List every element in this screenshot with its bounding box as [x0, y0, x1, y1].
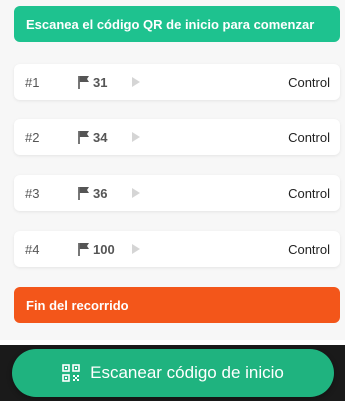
- flag-icon: [78, 243, 89, 256]
- scan-start-code-button[interactable]: Escanear código de inicio: [12, 349, 334, 397]
- scan-button-label: Escanear código de inicio: [90, 363, 284, 382]
- checkpoint-index: #3: [25, 185, 40, 201]
- end-of-route-button[interactable]: Fin del recorrido: [14, 287, 340, 323]
- checkpoint-screen: Escanea el código QR de inicio para come…: [0, 0, 345, 340]
- checkpoint-value: 31: [93, 74, 108, 90]
- control-label[interactable]: Control: [288, 75, 330, 90]
- checkpoint-row[interactable]: #2 34 Control: [14, 119, 340, 155]
- play-icon[interactable]: [132, 244, 140, 254]
- scan-instruction-banner: Escanea el código QR de inicio para come…: [14, 6, 340, 42]
- play-icon[interactable]: [132, 188, 140, 198]
- play-icon[interactable]: [132, 132, 140, 142]
- checkpoint-value: 36: [93, 185, 108, 201]
- checkpoint-row[interactable]: #1 31 Control: [14, 64, 340, 100]
- control-label[interactable]: Control: [288, 242, 330, 257]
- checkpoint-value: 34: [93, 129, 108, 145]
- qr-code-icon: [62, 364, 80, 382]
- checkpoint-row[interactable]: #3 36 Control: [14, 175, 340, 211]
- checkpoint-row[interactable]: #4 100 Control: [14, 231, 340, 267]
- checkpoint-index: #2: [25, 129, 40, 145]
- checkpoint-value: 100: [93, 241, 115, 257]
- flag-icon: [78, 76, 89, 89]
- flag-icon: [78, 187, 89, 200]
- control-label[interactable]: Control: [288, 130, 330, 145]
- control-label[interactable]: Control: [288, 186, 330, 201]
- flag-icon: [78, 131, 89, 144]
- play-icon[interactable]: [132, 77, 140, 87]
- checkpoint-index: #4: [25, 241, 40, 257]
- checkpoint-index: #1: [25, 74, 40, 90]
